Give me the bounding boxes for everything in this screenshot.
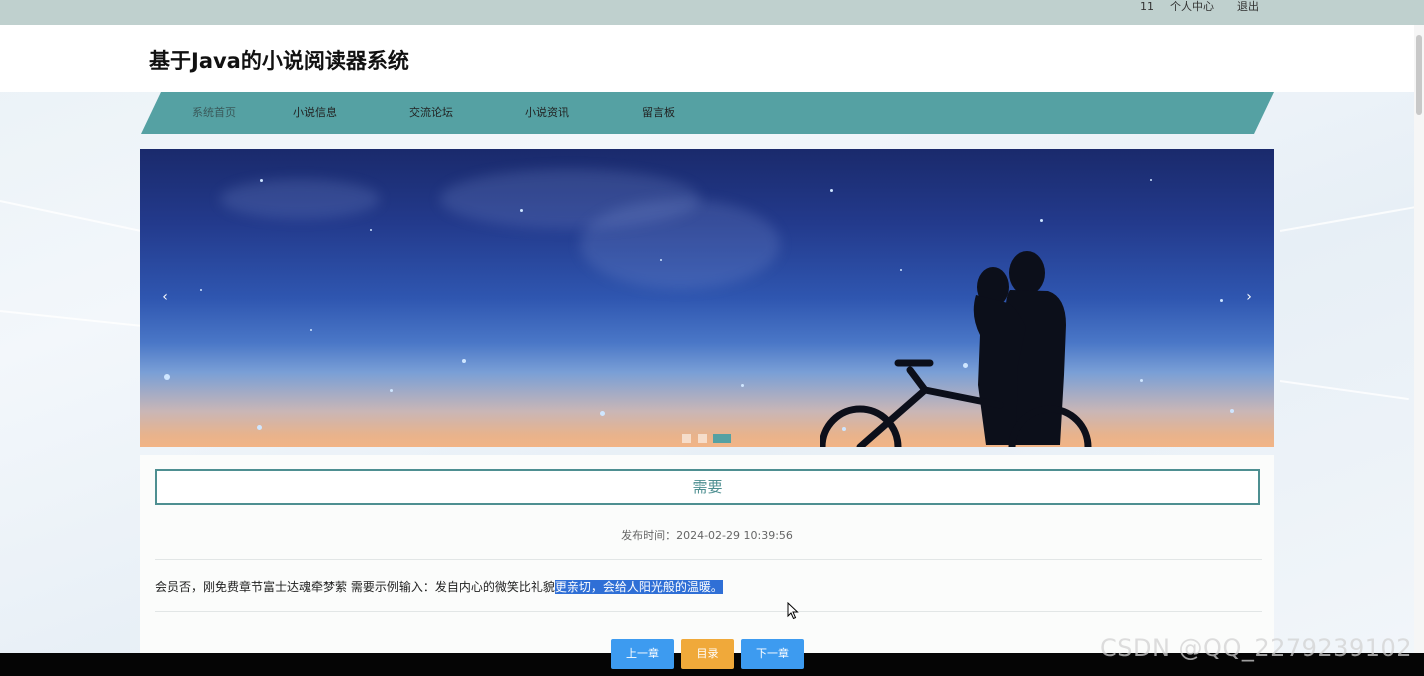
background-streak (0, 310, 150, 328)
next-chapter-button[interactable]: 下一章 (741, 639, 804, 669)
publish-time: 发布时间：2024-02-29 10:39:56 (621, 529, 793, 542)
carousel-dot-1[interactable] (682, 434, 691, 443)
carousel-next-arrow[interactable]: › (1242, 287, 1256, 307)
star (260, 179, 263, 182)
nav-item-home[interactable]: 系统首页 (192, 92, 236, 134)
background-streak (1279, 205, 1419, 232)
star (310, 329, 312, 331)
star (462, 359, 466, 363)
divider (155, 559, 1262, 560)
star (200, 289, 202, 291)
site-title: 基于Java的小说阅读器系统 (149, 49, 409, 73)
scrollbar[interactable] (1414, 25, 1424, 655)
star (830, 189, 833, 192)
nav-item-forum[interactable]: 交流论坛 (409, 92, 453, 134)
star (520, 209, 523, 212)
profile-link[interactable]: 个人中心 (1170, 0, 1214, 25)
carousel-dot-2[interactable] (698, 434, 707, 443)
article-panel: 需要 发布时间：2024-02-29 10:39:56 会员否，刚免费章节富士达… (140, 455, 1274, 653)
nav-item-news[interactable]: 小说资讯 (525, 92, 569, 134)
site-header: 基于Java的小说阅读器系统 (0, 25, 1414, 92)
star (660, 259, 662, 261)
star (164, 374, 170, 380)
nebula-cloud (580, 199, 780, 289)
star (257, 425, 262, 430)
background-streak (0, 200, 157, 236)
star (600, 411, 605, 416)
nav-item-novels[interactable]: 小说信息 (293, 92, 337, 134)
scrollbar-thumb[interactable] (1416, 35, 1422, 115)
article-title: 需要 (155, 469, 1260, 505)
star (1040, 219, 1043, 222)
star (390, 389, 393, 392)
article-body: 会员否，刚免费章节富士达魂牵梦萦 需要示例输入：发自内心的微笑比礼貌更亲切，会给… (155, 578, 723, 595)
top-bar: 11 个人中心 退出 (0, 0, 1424, 25)
prev-chapter-button[interactable]: 上一章 (611, 639, 674, 669)
article-body-text: 会员否，刚免费章节富士达魂牵梦萦 需要示例输入：发自内心的微笑比礼貌 (155, 580, 555, 594)
nav-item-messages[interactable]: 留言板 (642, 92, 675, 134)
nebula-cloud (220, 179, 380, 219)
selected-text: 更亲切，会给人阳光般的温暖。 (554, 580, 723, 594)
couple-silhouette-image (820, 251, 1092, 447)
main-nav: 系统首页 小说信息 交流论坛 小说资讯 留言板 (141, 92, 1274, 134)
carousel-dot-3-active[interactable] (713, 434, 731, 443)
watermark: CSDN @QQ_2279239102 (1100, 634, 1413, 662)
background-streak (1279, 380, 1409, 401)
banner-carousel[interactable]: ‹ › (140, 149, 1274, 447)
star (1150, 179, 1152, 181)
logout-link[interactable]: 退出 (1237, 0, 1259, 25)
mouse-cursor-icon (787, 602, 799, 620)
star (370, 229, 372, 231)
catalog-button[interactable]: 目录 (681, 639, 734, 669)
username-label: 11 (1140, 0, 1154, 13)
carousel-prev-arrow[interactable]: ‹ (158, 287, 172, 307)
divider (155, 611, 1262, 612)
star (741, 384, 744, 387)
